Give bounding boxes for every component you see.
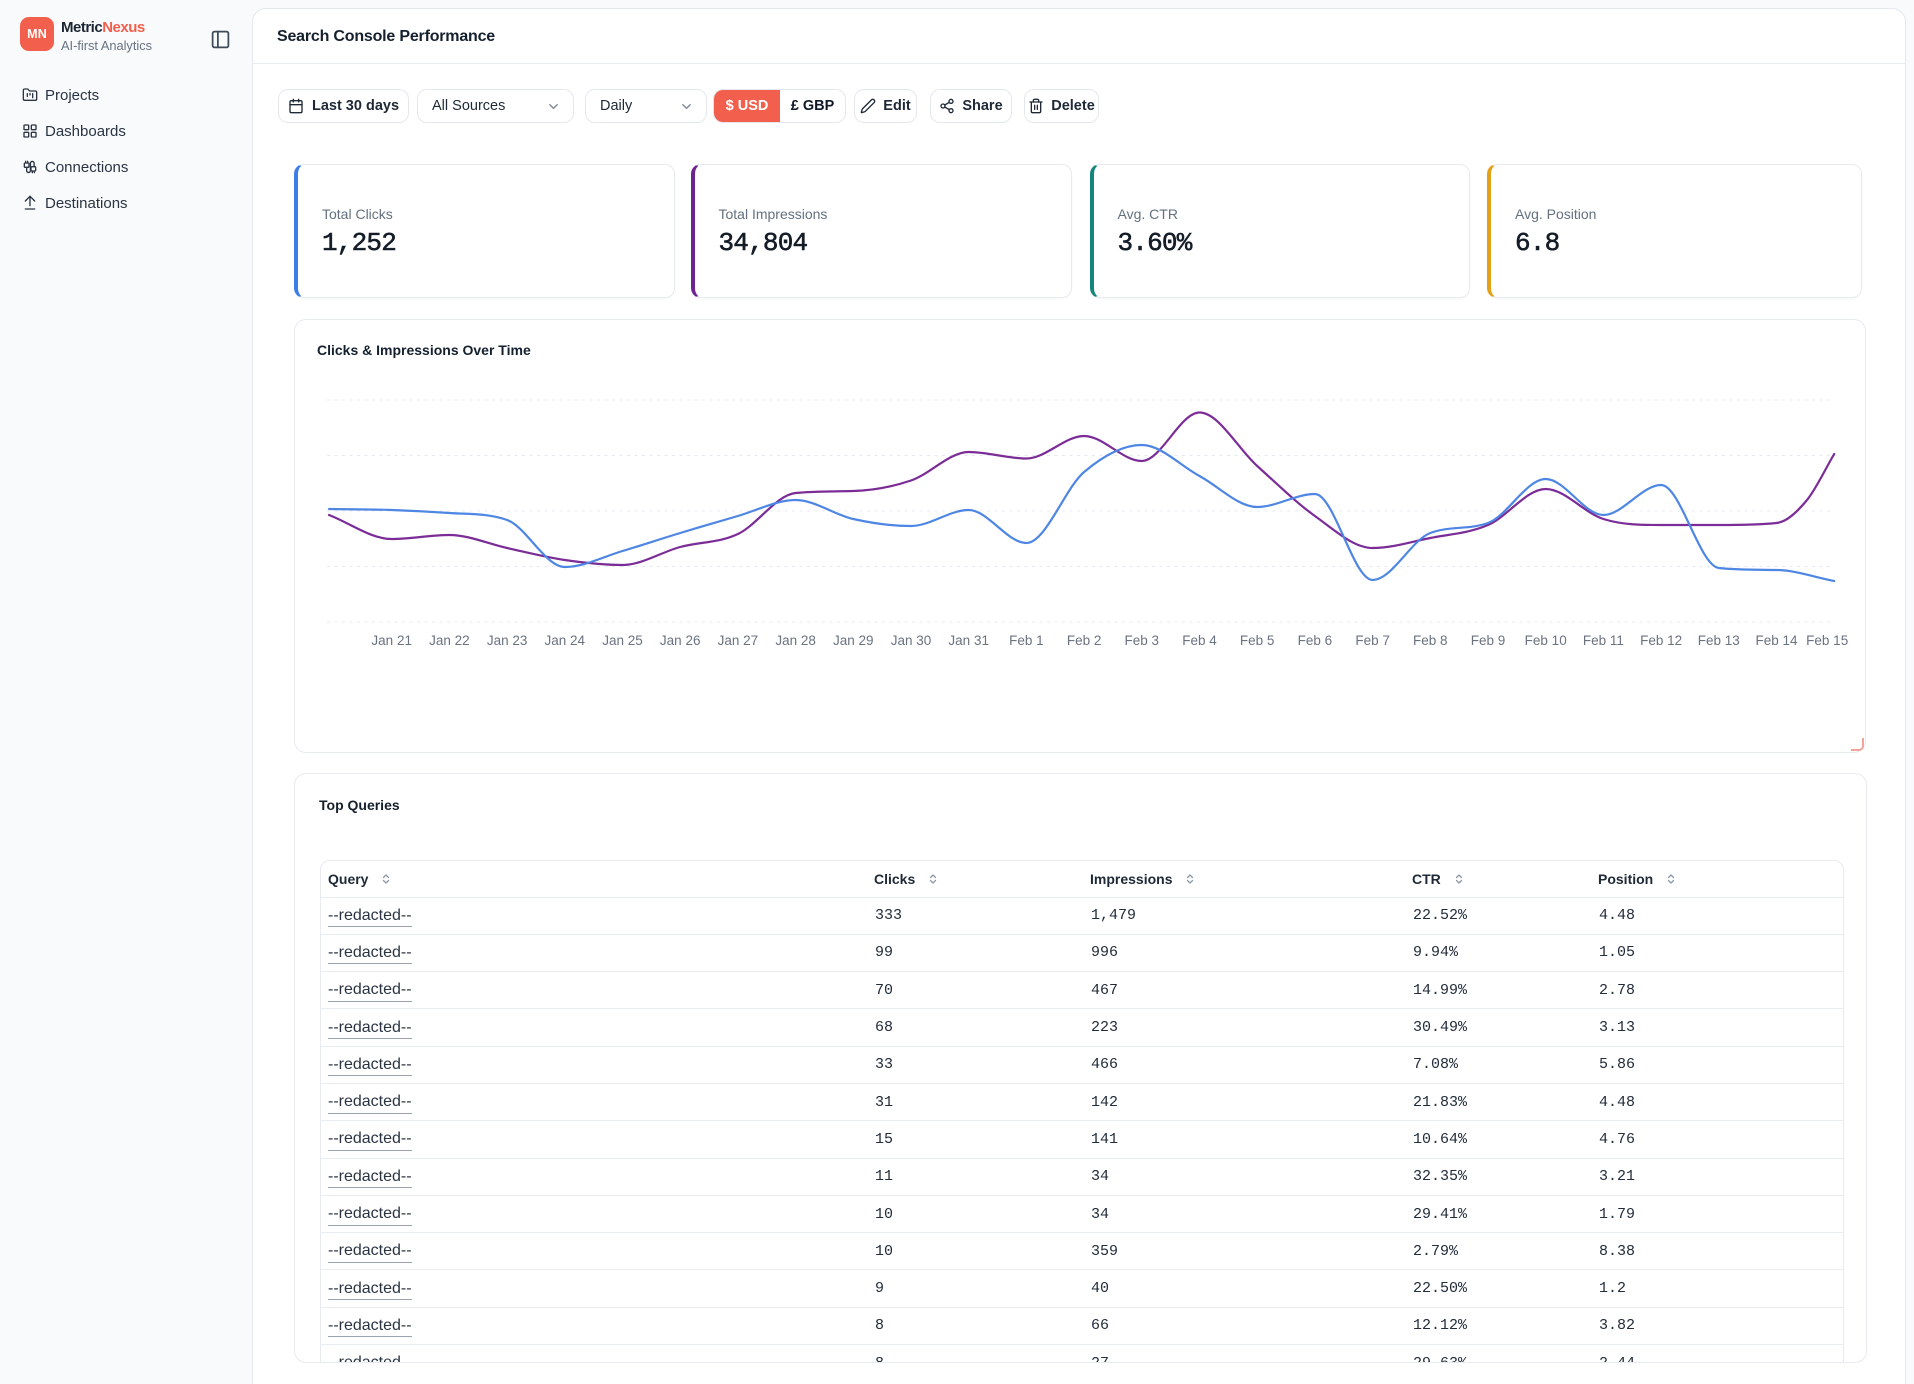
- svg-text:Jan 31: Jan 31: [948, 633, 989, 648]
- svg-text:Feb 15: Feb 15: [1806, 633, 1848, 648]
- svg-text:Jan 30: Jan 30: [891, 633, 932, 648]
- svg-text:Feb 10: Feb 10: [1525, 633, 1567, 648]
- svg-text:Feb 12: Feb 12: [1640, 633, 1682, 648]
- svg-text:Jan 29: Jan 29: [833, 633, 874, 648]
- svg-text:Jan 25: Jan 25: [602, 633, 643, 648]
- svg-text:Jan 27: Jan 27: [718, 633, 759, 648]
- svg-text:Feb 8: Feb 8: [1413, 633, 1448, 648]
- svg-text:Jan 28: Jan 28: [775, 633, 816, 648]
- svg-text:Feb 4: Feb 4: [1182, 633, 1217, 648]
- svg-text:Feb 14: Feb 14: [1755, 633, 1798, 648]
- svg-text:Jan 21: Jan 21: [371, 633, 412, 648]
- svg-text:Jan 26: Jan 26: [660, 633, 701, 648]
- svg-text:Feb 7: Feb 7: [1355, 633, 1390, 648]
- svg-text:Feb 13: Feb 13: [1698, 633, 1740, 648]
- svg-text:Feb 3: Feb 3: [1125, 633, 1160, 648]
- svg-text:Feb 9: Feb 9: [1471, 633, 1506, 648]
- svg-text:Jan 23: Jan 23: [487, 633, 528, 648]
- svg-text:Feb 2: Feb 2: [1067, 633, 1102, 648]
- svg-text:Jan 22: Jan 22: [429, 633, 470, 648]
- svg-text:Feb 11: Feb 11: [1583, 633, 1624, 648]
- svg-text:Feb 5: Feb 5: [1240, 633, 1275, 648]
- svg-text:Feb 1: Feb 1: [1009, 633, 1044, 648]
- svg-text:Feb 6: Feb 6: [1298, 633, 1333, 648]
- svg-text:Jan 24: Jan 24: [545, 633, 586, 648]
